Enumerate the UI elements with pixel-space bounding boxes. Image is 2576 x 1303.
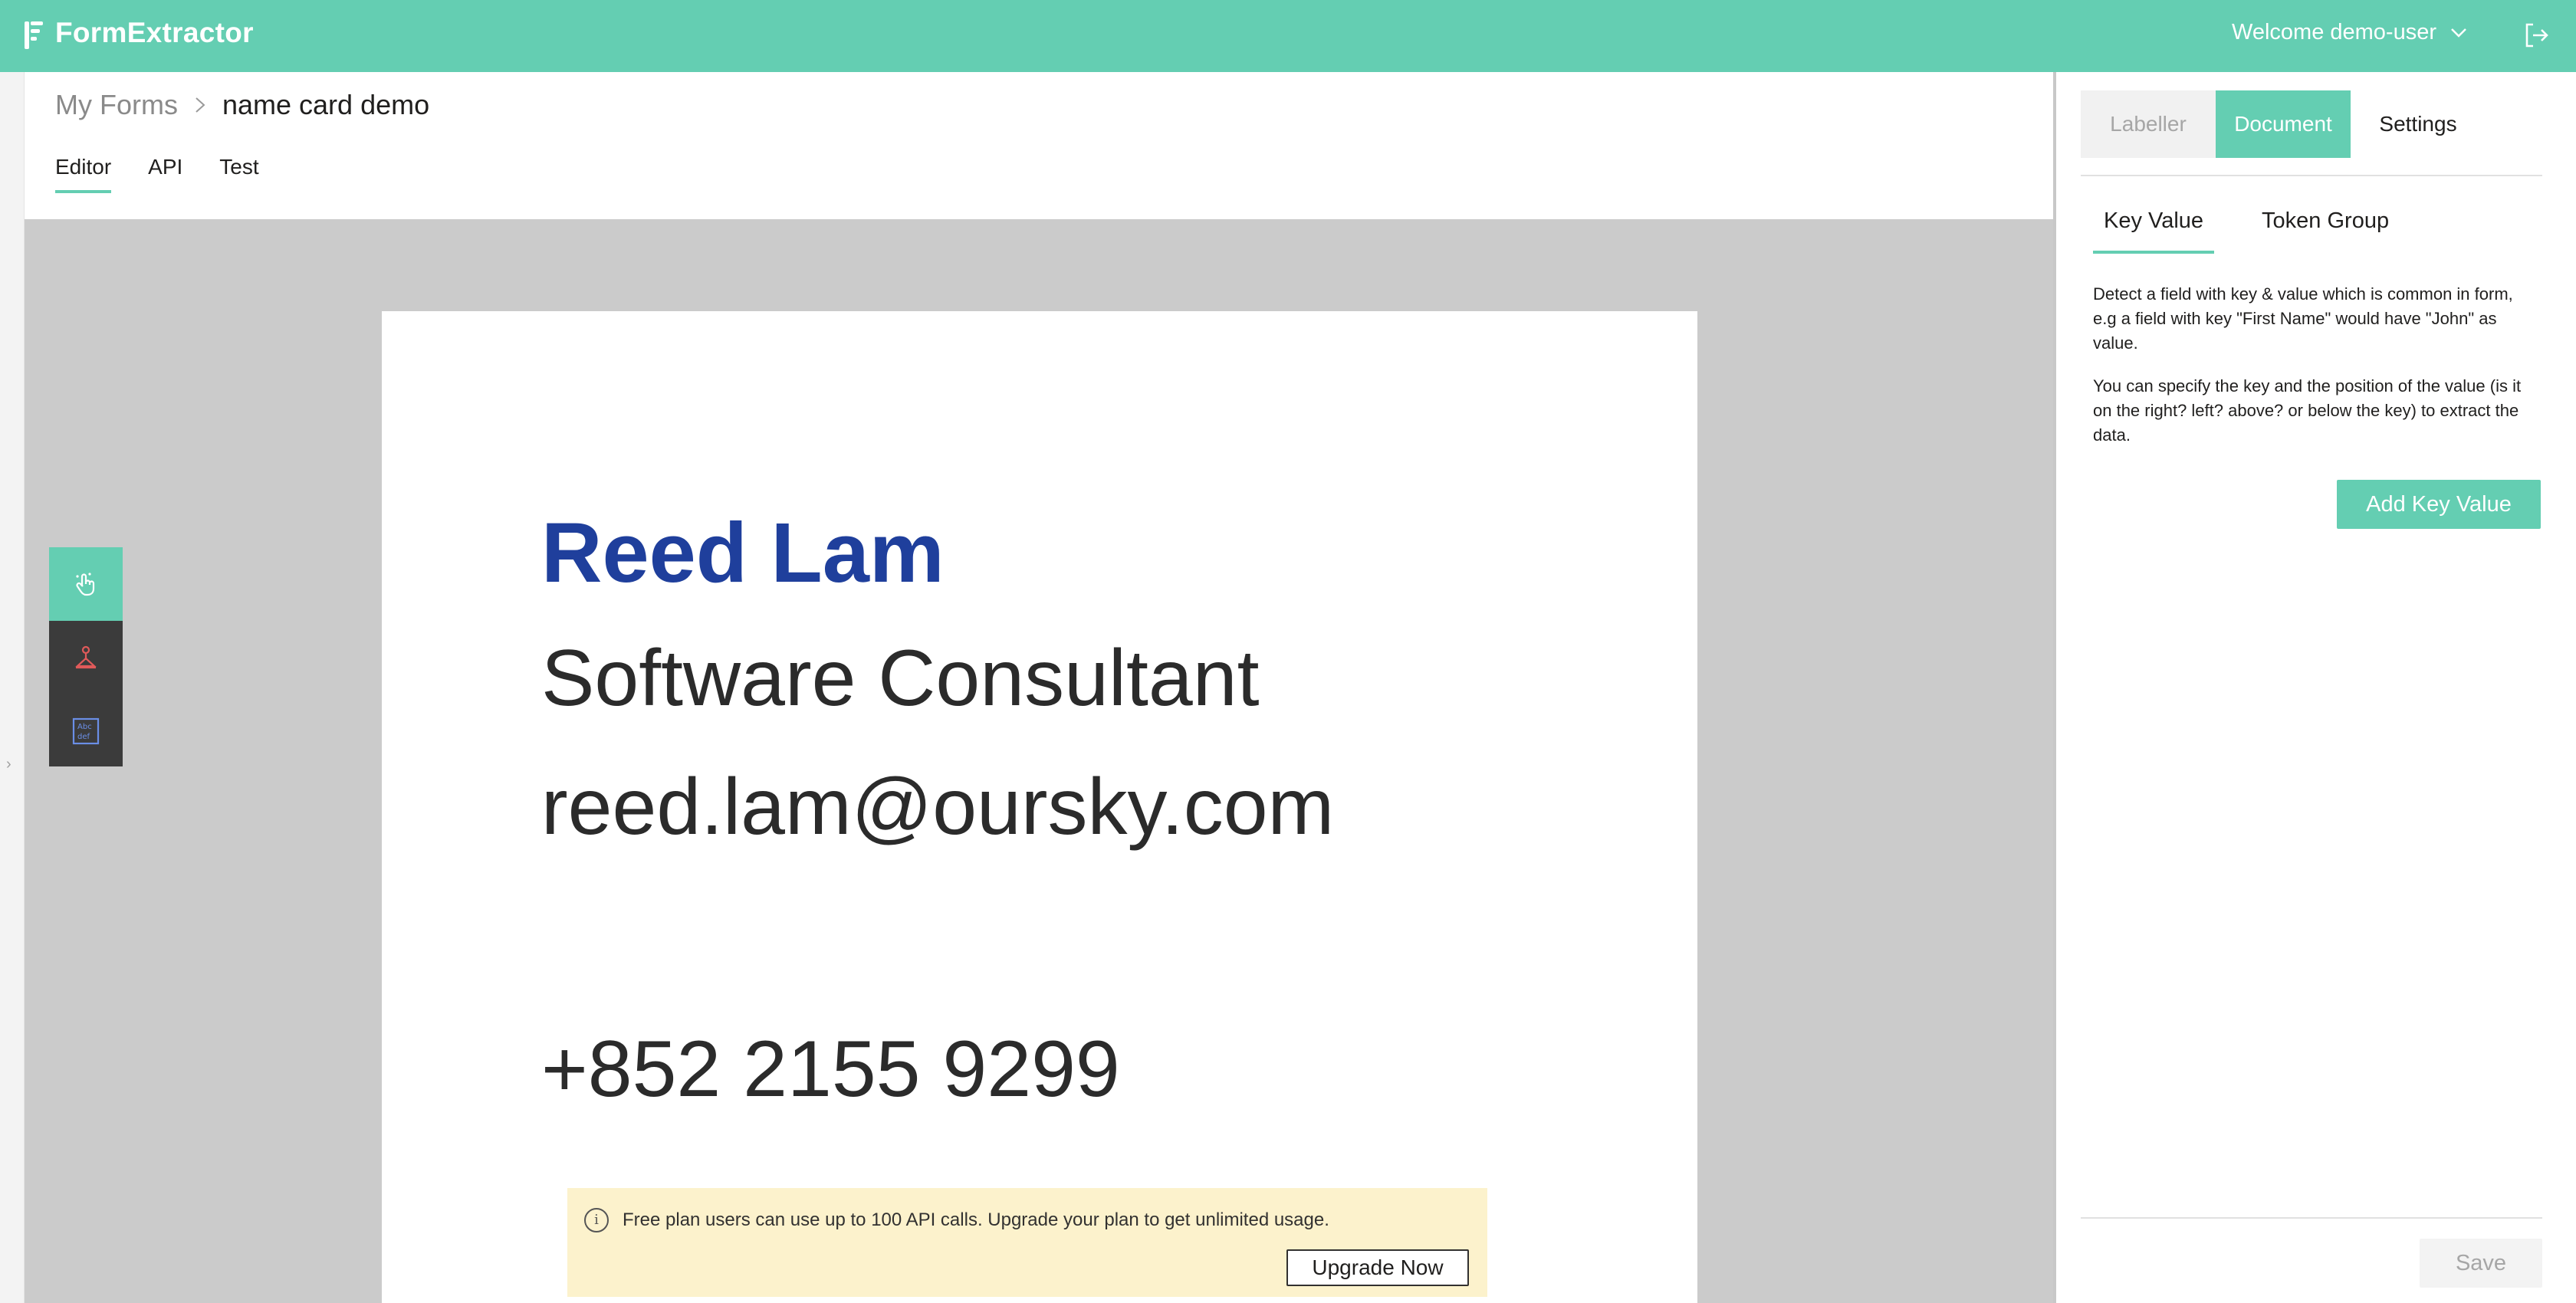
add-key-value-button[interactable]: Add Key Value [2337,480,2541,529]
extraction-type-tabs: Key Value Token Group [2093,208,2400,254]
tab-key-value[interactable]: Key Value [2093,208,2215,254]
breadcrumb-my-forms[interactable]: My Forms [55,89,178,121]
name-card-image[interactable]: Reed Lam Software Consultant reed.lam@ou… [382,311,1697,1303]
panel-tabs: Labeller Document Settings [2081,90,2486,158]
key-value-description: Detect a field with key & value which is… [2093,284,2513,353]
free-plan-notice: i Free plan users can use up to 100 API … [567,1188,1487,1297]
tab-editor[interactable]: Editor [55,155,112,193]
document-canvas[interactable]: Reed Lam Software Consultant reed.lam@ou… [25,219,2053,1303]
text-token-icon: Abc def [72,717,100,745]
tab-token-group[interactable]: Token Group [2251,208,2400,254]
svg-text:Abc: Abc [77,723,92,731]
upgrade-now-button[interactable]: Upgrade Now [1286,1249,1469,1286]
tool-strip: Abc def [49,547,123,766]
form-logo-icon[interactable] [23,20,44,51]
collapsed-sidebar[interactable]: › [0,72,25,1303]
hand-tool-button[interactable] [49,547,123,621]
app-header: FormExtractor Welcome demo-user [0,0,2576,72]
key-value-position-description: You can specify the key and the position… [2093,376,2522,445]
tab-labeller[interactable]: Labeller [2081,90,2216,158]
tab-document[interactable]: Document [2216,90,2351,158]
form-tabs: Editor API Test [55,155,259,193]
anchor-key-icon [75,645,97,669]
card-email: reed.lam@oursky.com [541,763,1335,852]
chevron-right-icon [196,97,205,113]
card-title: Software Consultant [541,634,1260,723]
text-token-tool-button[interactable]: Abc def [49,694,123,768]
tab-api[interactable]: API [148,155,182,193]
hand-pointer-icon [76,573,95,596]
panel-bottom-divider [2081,1217,2542,1219]
logout-icon[interactable] [2522,21,2550,49]
breadcrumb: My Forms name card demo [55,89,429,121]
chevron-right-icon[interactable]: › [6,756,12,773]
right-panel: Labeller Document Settings Key Value Tok… [2053,72,2576,1303]
card-phone: +852 2155 9299 [541,1025,1120,1114]
info-icon: i [584,1208,609,1232]
user-menu[interactable]: Welcome demo-user [2232,20,2467,45]
card-name: Reed Lam [541,506,945,600]
tab-settings[interactable]: Settings [2351,90,2486,158]
notice-text: Free plan users can use up to 100 API ca… [623,1209,1329,1230]
app-brand[interactable]: FormExtractor [55,17,254,49]
save-button[interactable]: Save [2420,1239,2542,1288]
svg-text:def: def [77,733,90,741]
tab-test[interactable]: Test [219,155,258,193]
breadcrumb-current: name card demo [222,89,430,120]
anchor-key-tool-button[interactable] [49,621,123,694]
chevron-down-icon [2451,28,2466,38]
panel-divider [2081,175,2542,176]
welcome-label: Welcome demo-user [2231,20,2436,44]
